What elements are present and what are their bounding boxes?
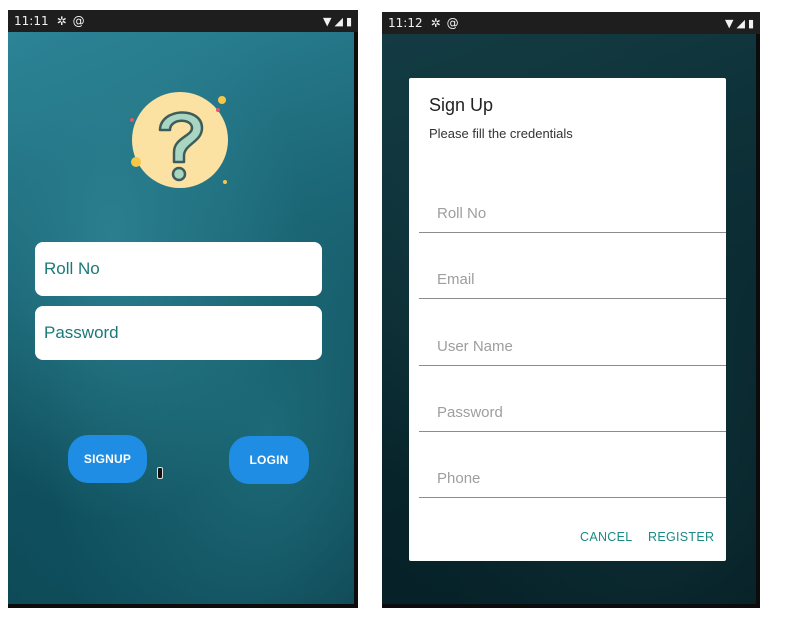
mouse-cursor-icon [157, 467, 163, 479]
status-bar: 11:11 ✲ @ ▼ ◢ ▮ [8, 10, 358, 32]
roll-no-placeholder: Roll No [44, 259, 100, 278]
signup-screen: 11:12 ✲ @ ▼ ◢ ▮ Sign Up Please fill the … [382, 12, 760, 608]
signup-button[interactable]: SIGNUP [68, 435, 147, 483]
roll-no-input[interactable]: Roll No [35, 242, 322, 296]
gear-icon: ✲ [430, 16, 441, 30]
signal-icon: ◢ [334, 14, 343, 28]
status-time: 11:12 [388, 16, 423, 30]
phone-placeholder: Phone [437, 470, 481, 487]
dialog-title: Sign Up [429, 95, 494, 115]
email-placeholder: Email [437, 271, 475, 288]
password-input[interactable]: Password [35, 306, 322, 360]
user-name-field[interactable]: User Name [419, 326, 726, 366]
dialog-message: Please fill the credentials [429, 126, 573, 141]
roll-no-placeholder: Roll No [437, 205, 487, 222]
status-right-icons: ▼ ◢ ▮ [323, 15, 352, 28]
register-button[interactable]: REGISTER [648, 530, 714, 544]
status-right-icons: ▼ ◢ ▮ [725, 17, 754, 30]
gear-icon: ✲ [56, 14, 67, 28]
login-button[interactable]: LOGIN [229, 436, 309, 484]
login-screen: 11:11 ✲ @ ▼ ◢ ▮ Roll No Password SIGNUP … [8, 10, 358, 608]
password-field[interactable]: Password [419, 392, 726, 432]
status-time: 11:11 [14, 14, 49, 28]
phone-field[interactable]: Phone [419, 458, 726, 498]
at-icon: @ [446, 16, 459, 30]
at-icon: @ [72, 14, 85, 28]
wifi-icon: ▼ [323, 14, 332, 28]
email-field[interactable]: Email [419, 259, 726, 299]
battery-icon: ▮ [345, 14, 352, 28]
user-name-placeholder: User Name [437, 338, 513, 355]
password-placeholder: Password [437, 404, 503, 421]
question-mark-icon [130, 90, 230, 197]
roll-no-field[interactable]: Roll No [419, 193, 726, 233]
signup-dialog: Sign Up Please fill the credentials Roll… [409, 78, 726, 561]
status-bar: 11:12 ✲ @ ▼ ◢ ▮ [382, 12, 760, 34]
password-placeholder: Password [44, 323, 119, 342]
battery-icon: ▮ [747, 16, 754, 30]
wifi-icon: ▼ [725, 16, 734, 30]
cancel-button[interactable]: CANCEL [580, 530, 633, 544]
signal-icon: ◢ [736, 16, 745, 30]
